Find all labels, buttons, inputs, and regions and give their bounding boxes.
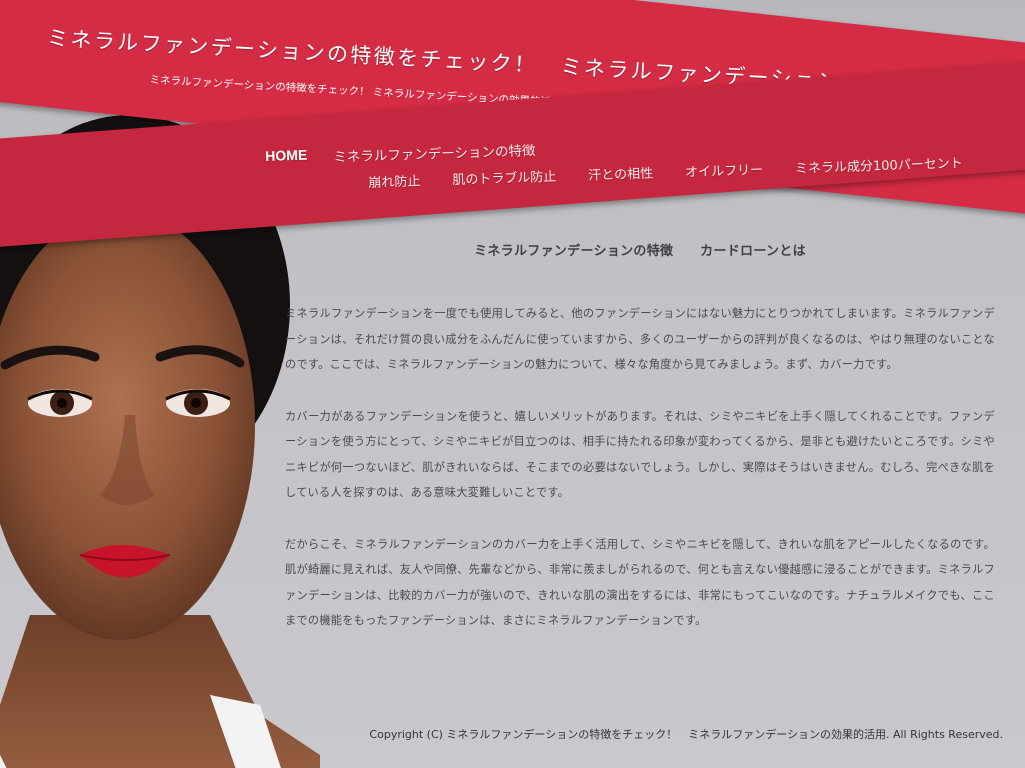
footer-copyright: Copyright (C) ミネラルファンデーションの特徴をチェック！ ミネラル…: [369, 728, 1003, 741]
page-title-primary: ミネラルファンデーションの特徴: [474, 244, 674, 259]
nav-item-oil-free[interactable]: オイルフリー: [685, 159, 763, 181]
nav-row-primary: HOME ミネラルファンデーションの特徴: [265, 138, 562, 168]
paragraph: だからこそ、ミネラルファンデーションのカバー力を上手く活用して、シミやニキビを隠…: [285, 537, 995, 628]
main-content: ミネラルファンデーションの特徴 カードローンとは ミネラルファンデーションを一度…: [285, 240, 995, 660]
paragraph: ミネラルファンデーションを一度でも使用してみると、他のファンデーションにはない魅…: [285, 307, 995, 371]
page-title-secondary: カードローンとは: [700, 244, 806, 259]
nav-item-home[interactable]: HOME: [265, 147, 308, 168]
nav-item-smudge-prevention[interactable]: 崩れ防止: [368, 170, 420, 191]
main-navigation: HOME ミネラルファンデーションの特徴 崩れ防止 肌のトラブル防止 汗との相性…: [0, 0, 1025, 260]
paragraph: カバー力があるファンデーションを使うと、嬉しいメリットがあります。それは、シミや…: [285, 409, 995, 500]
nav-item-mineral-features[interactable]: ミネラルファンデーションの特徴: [333, 139, 536, 166]
nav-item-sweat[interactable]: 汗との相性: [588, 163, 653, 184]
page-title: ミネラルファンデーションの特徴 カードローンとは: [285, 240, 995, 259]
nav-item-skin-trouble[interactable]: 肌のトラブル防止: [452, 166, 556, 188]
nav-item-mineral-100[interactable]: ミネラル成分100パーセント: [795, 152, 963, 177]
page: ミネラルファンデーションの特徴をチェック！ ミネラルファンデーションの効果的活用…: [0, 0, 1025, 768]
